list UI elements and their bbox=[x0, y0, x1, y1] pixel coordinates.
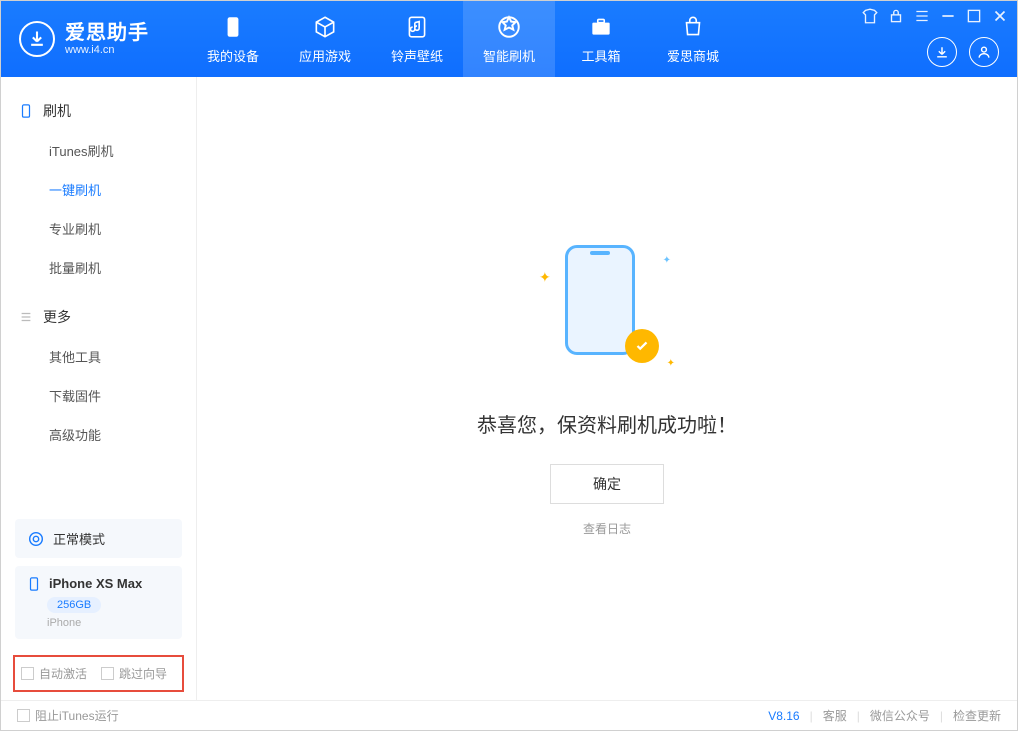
list-icon bbox=[19, 310, 33, 324]
sidebar-header-flash: 刷机 bbox=[1, 91, 196, 131]
nav-ringtones-wallpapers[interactable]: 铃声壁纸 bbox=[371, 1, 463, 77]
checkbox-box bbox=[17, 709, 30, 722]
window-controls bbox=[861, 7, 1009, 25]
app-name-en: www.i4.cn bbox=[65, 44, 149, 56]
sidebar-item-other-tools[interactable]: 其他工具 bbox=[1, 337, 196, 376]
check-badge-icon bbox=[625, 329, 659, 363]
header: 爱思助手 www.i4.cn 我的设备 应用游戏 铃声壁纸 智能刷机 工具箱 爱… bbox=[1, 1, 1017, 77]
sparkle-icon: ✦ bbox=[663, 255, 671, 266]
checkbox-label: 跳过向导 bbox=[119, 665, 167, 682]
sidebar-header-more: 更多 bbox=[1, 297, 196, 337]
user-button[interactable] bbox=[969, 37, 999, 67]
sidebar-item-batch-flash[interactable]: 批量刷机 bbox=[1, 248, 196, 287]
checkbox-box bbox=[101, 667, 114, 680]
view-log-link[interactable]: 查看日志 bbox=[583, 520, 631, 537]
sidebar-item-pro-flash[interactable]: 专业刷机 bbox=[1, 209, 196, 248]
close-button[interactable] bbox=[991, 7, 1009, 25]
checkbox-block-itunes[interactable]: 阻止iTunes运行 bbox=[17, 707, 119, 724]
device-type: iPhone bbox=[47, 617, 170, 629]
shirt-icon[interactable] bbox=[861, 7, 879, 25]
sparkle-icon: ✦ bbox=[667, 358, 675, 369]
nav-apps-games[interactable]: 应用游戏 bbox=[279, 1, 371, 77]
download-button[interactable] bbox=[927, 37, 957, 67]
footer-right: V8.16 | 客服 | 微信公众号 | 检查更新 bbox=[768, 707, 1001, 724]
minimize-button[interactable] bbox=[939, 7, 957, 25]
device-name: iPhone XS Max bbox=[49, 576, 142, 591]
checkbox-label: 阻止iTunes运行 bbox=[35, 707, 119, 724]
nav-toolbox[interactable]: 工具箱 bbox=[555, 1, 647, 77]
sidebar-item-oneclick-flash[interactable]: 一键刷机 bbox=[1, 170, 196, 209]
sidebar: 刷机 iTunes刷机 一键刷机 专业刷机 批量刷机 更多 其他工具 下载固件 … bbox=[1, 77, 197, 700]
checkbox-box bbox=[21, 667, 34, 680]
sidebar-item-itunes-flash[interactable]: iTunes刷机 bbox=[1, 131, 196, 170]
nav-label: 智能刷机 bbox=[483, 46, 535, 65]
phone-icon bbox=[565, 245, 635, 355]
footer-update-link[interactable]: 检查更新 bbox=[953, 707, 1001, 724]
checkbox-skip-guide[interactable]: 跳过向导 bbox=[101, 665, 167, 682]
nav-label: 爱思商城 bbox=[667, 46, 719, 65]
phone-icon bbox=[19, 104, 33, 118]
device-mode-label: 正常模式 bbox=[53, 529, 105, 548]
footer-left: 阻止iTunes运行 bbox=[17, 707, 119, 724]
refresh-icon bbox=[27, 530, 45, 548]
nav-store[interactable]: 爱思商城 bbox=[647, 1, 739, 77]
footer-wechat-link[interactable]: 微信公众号 bbox=[870, 707, 930, 724]
app-name-cn: 爱思助手 bbox=[65, 22, 149, 44]
maximize-button[interactable] bbox=[965, 7, 983, 25]
lock-icon[interactable] bbox=[887, 7, 905, 25]
device-mode-box[interactable]: 正常模式 bbox=[15, 519, 182, 558]
device-phone-icon bbox=[27, 577, 41, 591]
sidebar-item-download-firmware[interactable]: 下载固件 bbox=[1, 376, 196, 415]
main-content: ✦ ✦ ✦ 恭喜您，保资料刷机成功啦！ 确定 查看日志 bbox=[197, 77, 1017, 700]
success-illustration: ✦ ✦ ✦ bbox=[537, 241, 677, 381]
header-right-buttons bbox=[927, 37, 999, 67]
device-info-box[interactable]: iPhone XS Max 256GB iPhone bbox=[15, 566, 182, 639]
success-message: 恭喜您，保资料刷机成功啦！ bbox=[477, 409, 737, 438]
checkbox-auto-activate[interactable]: 自动激活 bbox=[21, 665, 87, 682]
nav-label: 工具箱 bbox=[581, 46, 620, 65]
footer: 阻止iTunes运行 V8.16 | 客服 | 微信公众号 | 检查更新 bbox=[1, 700, 1017, 730]
confirm-button[interactable]: 确定 bbox=[550, 464, 664, 504]
device-name-row: iPhone XS Max bbox=[27, 576, 170, 591]
app-logo-text: 爱思助手 www.i4.cn bbox=[65, 22, 149, 56]
footer-support-link[interactable]: 客服 bbox=[823, 707, 847, 724]
sidebar-header-label: 更多 bbox=[43, 307, 71, 327]
menu-icon[interactable] bbox=[913, 7, 931, 25]
nav-label: 我的设备 bbox=[207, 46, 259, 65]
version-label: V8.16 bbox=[768, 709, 799, 723]
sidebar-header-label: 刷机 bbox=[43, 101, 71, 121]
nav-label: 应用游戏 bbox=[299, 46, 351, 65]
checkbox-row-highlighted: 自动激活 跳过向导 bbox=[13, 655, 184, 692]
logo-area: 爱思助手 www.i4.cn bbox=[1, 21, 167, 57]
app-logo-icon bbox=[19, 21, 55, 57]
nav-label: 铃声壁纸 bbox=[391, 46, 443, 65]
nav-my-device[interactable]: 我的设备 bbox=[187, 1, 279, 77]
checkbox-label: 自动激活 bbox=[39, 665, 87, 682]
sidebar-item-advanced[interactable]: 高级功能 bbox=[1, 415, 196, 454]
top-nav: 我的设备 应用游戏 铃声壁纸 智能刷机 工具箱 爱思商城 bbox=[187, 1, 739, 77]
nav-smart-flash[interactable]: 智能刷机 bbox=[463, 1, 555, 77]
body: 刷机 iTunes刷机 一键刷机 专业刷机 批量刷机 更多 其他工具 下载固件 … bbox=[1, 77, 1017, 700]
device-capacity-badge: 256GB bbox=[47, 597, 101, 613]
sparkle-icon: ✦ bbox=[539, 269, 551, 286]
